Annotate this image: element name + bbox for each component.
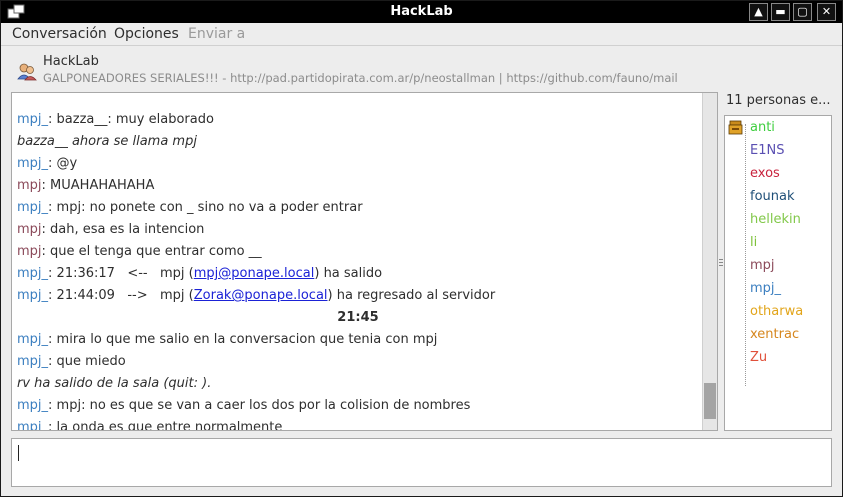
message-text: : mira lo que me salio en la conversacio… <box>48 332 438 347</box>
user-item[interactable]: anti <box>750 118 775 138</box>
message-text: : mpj: no ponete con _ sino no va a pode… <box>48 200 363 215</box>
user-item[interactable]: founak <box>750 187 795 207</box>
event-text: ) ha regresado al servidor <box>327 288 496 303</box>
user-item[interactable]: otharwa <box>750 302 803 322</box>
message-nick[interactable]: mpj_ <box>17 354 48 369</box>
message-nick[interactable]: mpj_ <box>17 112 48 127</box>
message-input-area[interactable] <box>11 438 832 487</box>
chat-message: mpj_: mpj: no ponete con _ sino no va a … <box>17 197 699 219</box>
message-text: : mpj: no es que se van a caer los dos p… <box>48 398 471 413</box>
message-nick[interactable]: mpj_ <box>17 288 48 303</box>
message-list: mpj_: bazza__: muy elaborado bazza__ ahor… <box>17 93 699 431</box>
message-text: : que el tenga que entrar como __ <box>41 244 262 259</box>
room-name: HackLab <box>43 54 99 69</box>
user-item[interactable]: Zu <box>750 348 767 368</box>
message-text: : que miedo <box>48 354 126 369</box>
conversation-log[interactable]: mpj_: bazza__: muy elaborado bazza__ ahor… <box>11 92 718 431</box>
menu-conversacion[interactable]: Conversación <box>12 26 107 42</box>
menu-bar: Conversación Opciones Enviar a <box>1 23 842 45</box>
chat-window: HackLab ▲ ▬ ▢ ✕ Conversación Opciones En… <box>0 0 843 497</box>
event-text: ) ha salido <box>314 266 383 281</box>
message-input[interactable] <box>18 447 818 467</box>
chat-message: mpj: dah, esa es la intencion <box>17 219 699 241</box>
user-item[interactable]: mpj <box>750 256 775 276</box>
text-caret <box>18 445 19 461</box>
shade-button[interactable]: ▲ <box>749 3 768 21</box>
message-nick[interactable]: mpj_ <box>17 266 48 281</box>
message-text: : MUAHAHAHAHA <box>41 178 155 193</box>
operator-icon <box>728 120 743 135</box>
message-text: : la onda es que entre normalmente <box>48 420 283 431</box>
action-message: bazza__ ahora se llama mpj <box>17 134 197 149</box>
room-topic[interactable]: GALPONEADORES SERIALES!!! - http://pad.p… <box>43 71 678 85</box>
user-item[interactable]: E1NS <box>750 141 784 161</box>
message-nick[interactable]: mpj <box>17 178 42 193</box>
message-nick[interactable]: mpj <box>17 222 42 237</box>
message-text: : @y <box>48 156 78 171</box>
room-header: HackLab GALPONEADORES SERIALES!!! - http… <box>1 45 842 91</box>
event-text: : 21:36:17 <-- mpj ( <box>48 266 194 281</box>
chat-message: mpj_: mpj: no es que se van a caer los d… <box>17 395 699 417</box>
maximize-button[interactable]: ▢ <box>793 3 812 21</box>
scrollbar-thumb[interactable] <box>704 383 716 419</box>
people-icon <box>17 63 37 81</box>
chat-message: mpj_: mira lo que me salio en la convers… <box>17 329 699 351</box>
user-item[interactable]: xentrac <box>750 325 799 345</box>
chat-message: mpj_: bazza__: muy elaborado <box>17 109 699 131</box>
user-item[interactable]: li <box>750 233 757 253</box>
event-message: mpj_: 21:36:17 <-- mpj (mpj@ponape.local… <box>17 263 699 285</box>
message-nick[interactable]: mpj_ <box>17 398 48 413</box>
email-link[interactable]: mpj@ponape.local <box>194 266 315 281</box>
window-title: HackLab <box>390 4 453 19</box>
time-separator: 21:45 <box>337 310 379 325</box>
chat-message: mpj_: @y <box>17 153 699 175</box>
title-bar[interactable]: HackLab ▲ ▬ ▢ ✕ <box>1 1 842 23</box>
menu-enviar-a: Enviar a <box>188 26 246 42</box>
user-list[interactable]: anti E1NS exos founak hellekin li mpj mpj_othar… <box>724 115 832 431</box>
user-item[interactable]: hellekin <box>750 210 801 230</box>
action-message: rv ha salido de la sala (quit: ). <box>17 376 212 391</box>
message-nick[interactable]: mpj_ <box>17 156 48 171</box>
message-nick[interactable]: mpj <box>17 244 42 259</box>
minimize-button[interactable]: ▬ <box>771 3 790 21</box>
email-link[interactable]: Zorak@ponape.local <box>194 288 328 303</box>
message-nick[interactable]: mpj_ <box>17 420 48 430</box>
event-text: : 21:44:09 --> mpj ( <box>48 288 194 303</box>
pane-splitter-handle[interactable] <box>719 259 723 267</box>
message-nick[interactable]: mpj_ <box>17 332 48 347</box>
tree-guide <box>745 124 746 386</box>
chat-message: mpj: que el tenga que entrar como __ <box>17 241 699 263</box>
message-nick[interactable]: mpj_ <box>17 200 48 215</box>
user-item[interactable]: exos <box>750 164 780 184</box>
message-text: : dah, esa es la intencion <box>41 222 205 237</box>
close-button[interactable]: ✕ <box>817 3 836 21</box>
chat-message: mpj_: la onda es que entre normalmente <box>17 417 699 431</box>
event-message: mpj_: 21:44:09 --> mpj (Zorak@ponape.loc… <box>17 285 699 307</box>
message-text: : bazza__: muy elaborado <box>48 112 214 127</box>
chat-scrollbar[interactable] <box>702 93 717 430</box>
user-count-label: 11 personas e... <box>726 93 831 108</box>
chat-message: mpj_: que miedo <box>17 351 699 373</box>
chat-message: mpj: MUAHAHAHAHA <box>17 175 699 197</box>
menu-opciones[interactable]: Opciones <box>114 26 179 42</box>
partial-line <box>17 93 699 109</box>
user-item[interactable]: mpj_ <box>750 279 781 299</box>
